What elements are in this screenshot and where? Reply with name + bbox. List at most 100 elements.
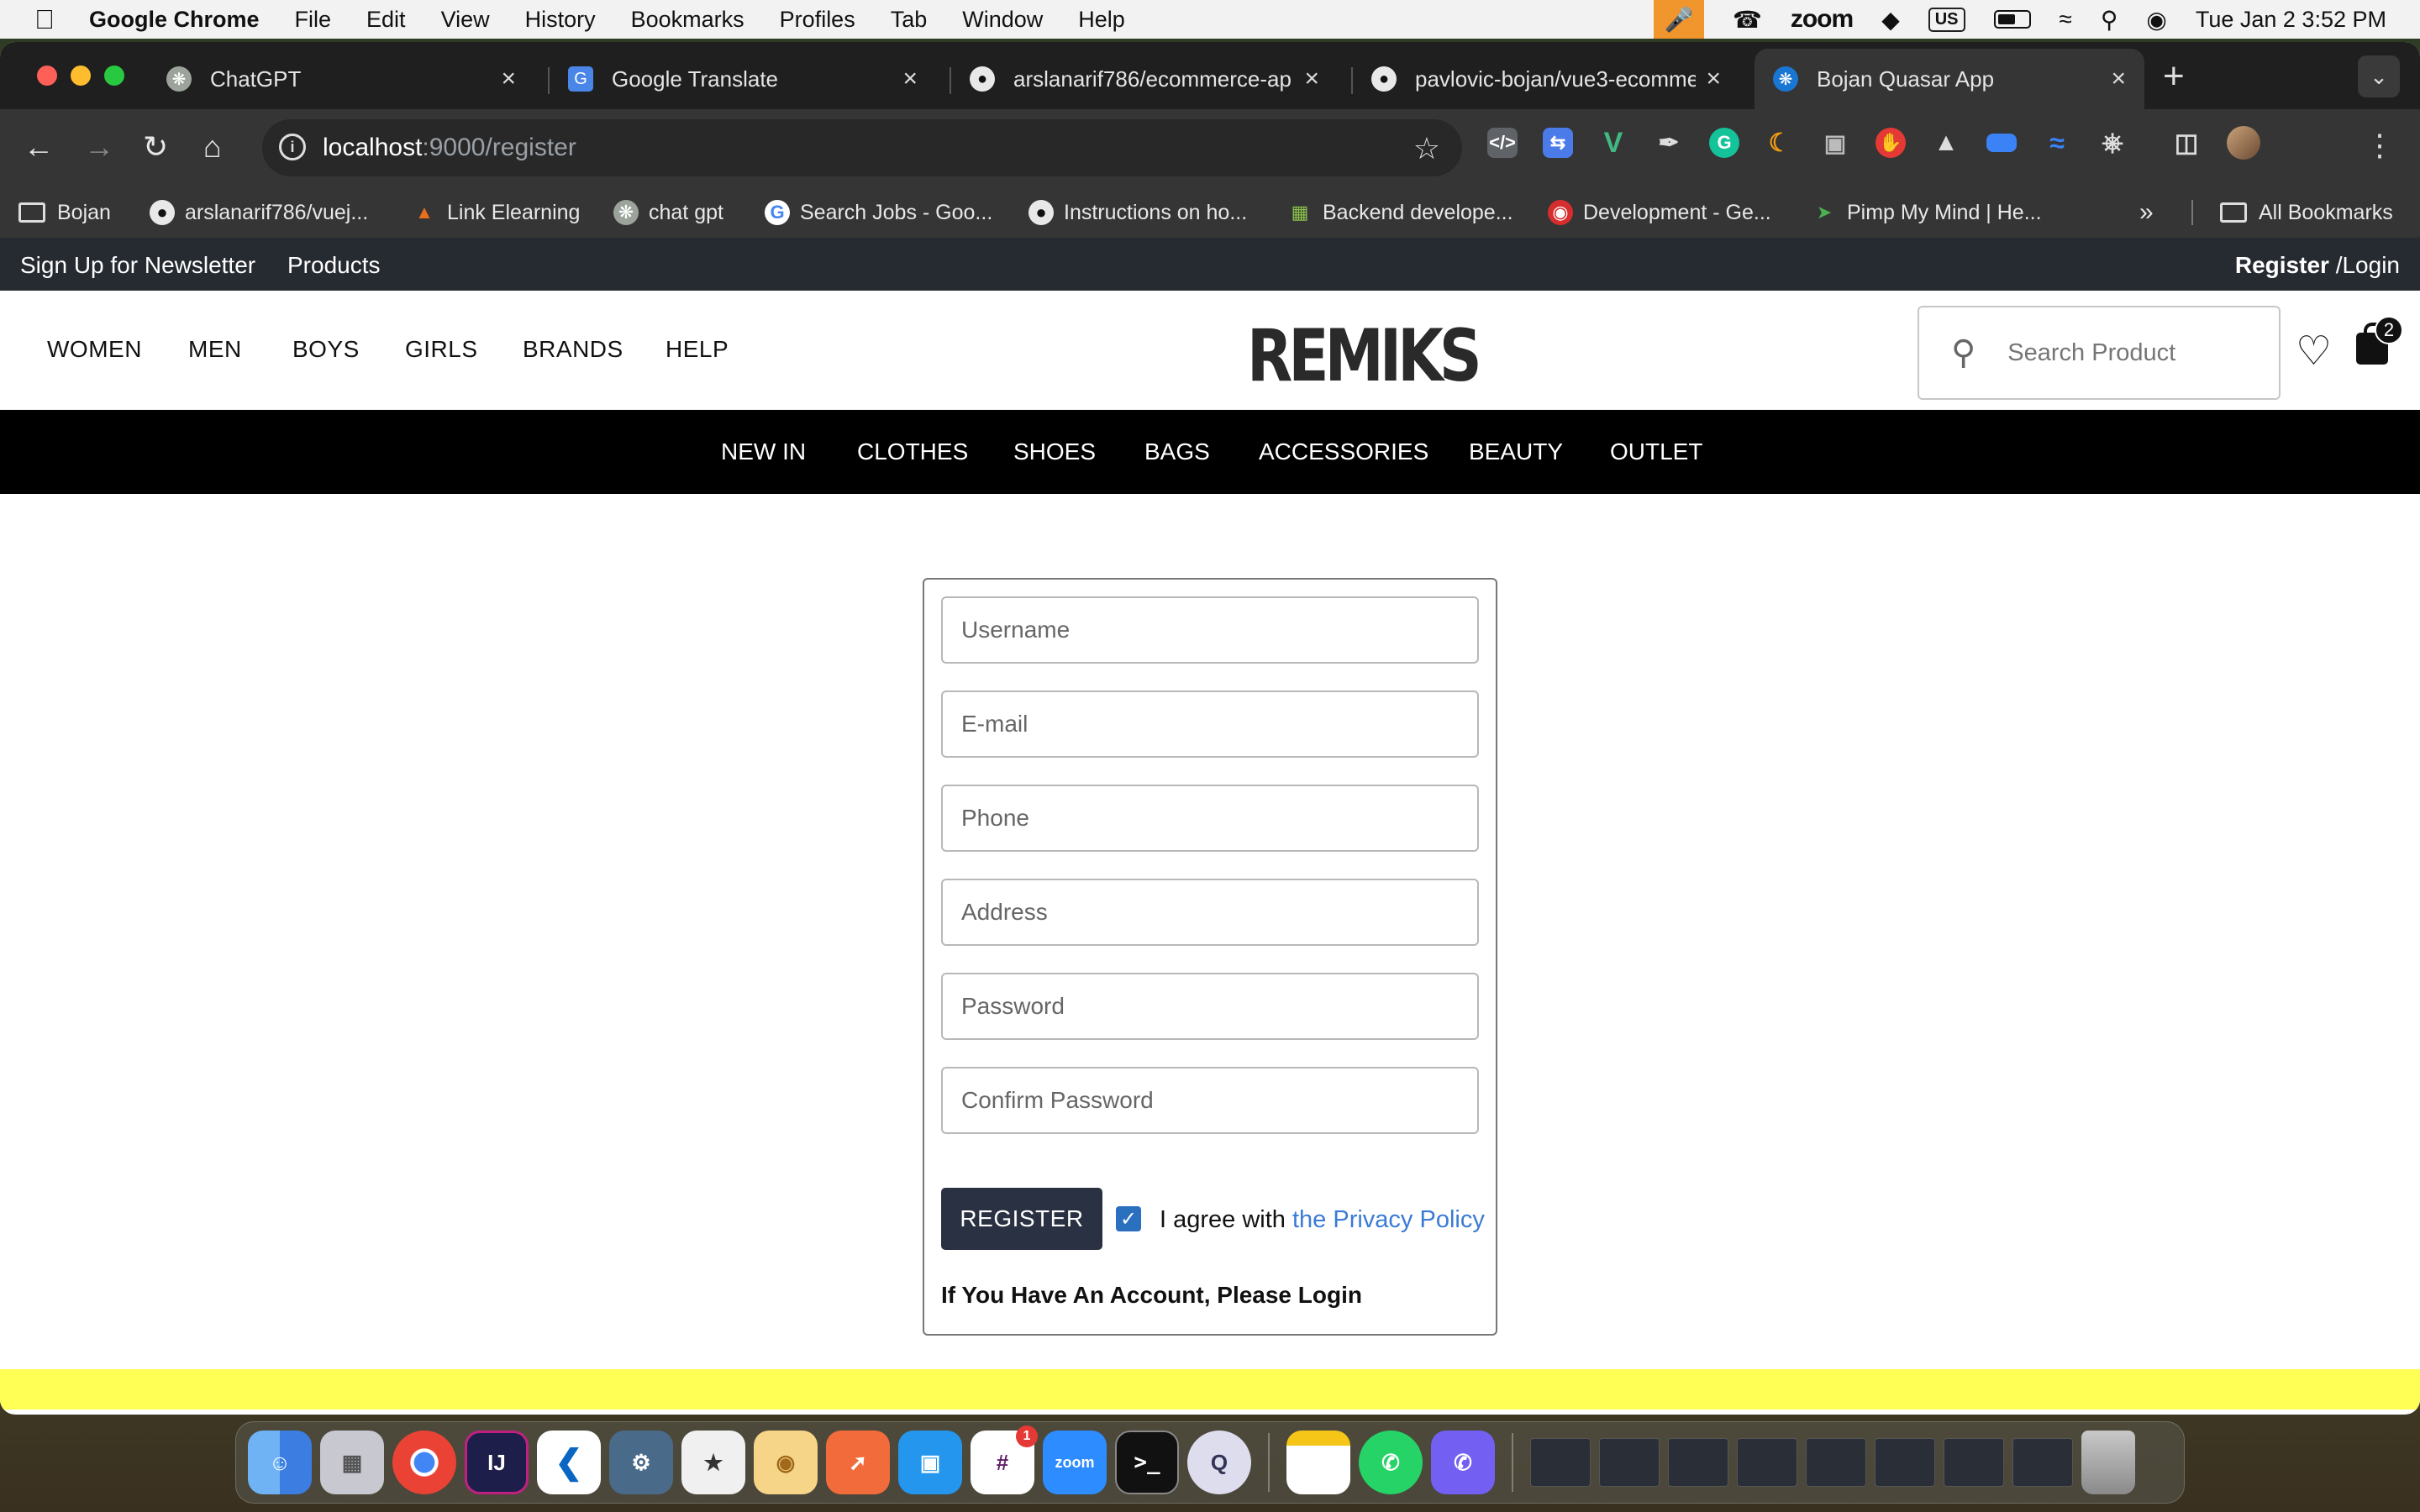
forward-arrow-icon[interactable]: →	[84, 129, 114, 165]
category-new-in[interactable]: NEW IN	[721, 438, 806, 465]
blue-extension-icon[interactable]	[1986, 134, 2017, 152]
nav-women[interactable]: WOMEN	[47, 336, 142, 363]
register-button[interactable]: REGISTER	[941, 1188, 1102, 1250]
minimized-window-thumbnail[interactable]	[1806, 1438, 1866, 1487]
close-tab-icon[interactable]: ×	[501, 65, 516, 93]
chrome-menu-kebab-icon[interactable]: ⋮	[2365, 128, 2395, 163]
menu-file[interactable]: File	[295, 7, 332, 33]
nav-girls[interactable]: GIRLS	[405, 336, 478, 363]
mountain-extension-icon[interactable]: ▲	[1931, 128, 1961, 158]
products-link[interactable]: Products	[287, 252, 381, 279]
category-shoes[interactable]: SHOES	[1013, 438, 1096, 465]
home-icon[interactable]: ⌂	[203, 129, 222, 165]
postman-icon[interactable]: ➚	[826, 1431, 890, 1494]
bookmark-chat-gpt[interactable]: ❋ chat gpt	[613, 186, 723, 239]
bookmark-instructions[interactable]: ● Instructions on ho...	[1028, 186, 1247, 239]
bookmark-link-elearning[interactable]: ▲ Link Elearning	[412, 186, 580, 239]
minimized-window-thumbnail[interactable]	[2012, 1438, 2073, 1487]
mysql-workbench-icon[interactable]: ⚙	[609, 1431, 673, 1494]
address-bar[interactable]: i localhost:9000/register ☆	[262, 119, 1462, 176]
menubar-clock[interactable]: Tue Jan 2 3:52 PM	[2196, 7, 2386, 33]
terminal-icon[interactable]: >_	[1115, 1431, 1179, 1494]
zoom-app-icon[interactable]: zoom	[1043, 1431, 1107, 1494]
minimized-window-thumbnail[interactable]	[1737, 1438, 1797, 1487]
nav-help[interactable]: HELP	[666, 336, 729, 363]
all-bookmarks-folder[interactable]: All Bookmarks	[2220, 186, 2393, 239]
side-panel-icon[interactable]: ◫	[2171, 128, 2202, 158]
more-bookmarks-chevron-icon[interactable]: »	[2139, 186, 2154, 239]
translate-extension-icon[interactable]: ⇆	[1543, 128, 1573, 158]
viber-status-icon[interactable]: ☎	[1733, 6, 1762, 34]
bookmark-development[interactable]: ◉ Development - Ge...	[1548, 186, 1771, 239]
viber-icon[interactable]: ✆	[1431, 1431, 1495, 1494]
color-picker-icon[interactable]: ✒	[1654, 128, 1684, 158]
category-accessories[interactable]: ACCESSORIES	[1259, 438, 1428, 465]
minimized-window-thumbnail[interactable]	[1530, 1438, 1591, 1487]
minimized-window-thumbnail[interactable]	[1668, 1438, 1728, 1487]
menu-bookmarks[interactable]: Bookmarks	[631, 7, 744, 33]
trash-icon[interactable]	[2081, 1431, 2135, 1494]
tab-github-vue3[interactable]: ● pavlovic-bojan/vue3-ecomme ×	[1353, 49, 1739, 109]
close-window-icon[interactable]	[37, 66, 57, 86]
control-center-icon[interactable]: ◉	[2146, 6, 2166, 34]
menu-help[interactable]: Help	[1078, 7, 1125, 33]
tab-google-translate[interactable]: G Google Translate ×	[550, 49, 936, 109]
close-tab-icon[interactable]: ×	[1304, 65, 1319, 93]
close-tab-icon[interactable]: ×	[902, 65, 918, 93]
launchpad-icon[interactable]: ▦	[320, 1431, 384, 1494]
close-tab-icon[interactable]: ×	[1706, 65, 1721, 93]
slack-icon[interactable]: #1	[971, 1425, 1038, 1494]
bookmark-backend-developer[interactable]: ▦ Backend develope...	[1287, 186, 1513, 239]
category-beauty[interactable]: BEAUTY	[1469, 438, 1563, 465]
zoom-status-icon[interactable]: zoom	[1791, 5, 1854, 34]
microphone-icon[interactable]: 🎤	[1653, 0, 1704, 39]
privacy-policy-link[interactable]: the Privacy Policy	[1292, 1206, 1485, 1233]
menu-view[interactable]: View	[441, 7, 490, 33]
menu-history[interactable]: History	[525, 7, 596, 33]
tab-chatgpt[interactable]: ❋ ChatGPT ×	[148, 49, 534, 109]
docker-icon[interactable]: ▣	[898, 1431, 962, 1494]
password-field[interactable]: Password	[941, 973, 1479, 1040]
wave-extension-icon[interactable]: ≈	[2042, 128, 2072, 158]
battery-icon[interactable]	[1993, 10, 2031, 29]
menu-profiles[interactable]: Profiles	[780, 7, 855, 33]
site-info-icon[interactable]: i	[279, 134, 306, 160]
wifi-icon[interactable]: ≈	[2060, 6, 2072, 33]
category-clothes[interactable]: CLOTHES	[857, 438, 968, 465]
finder-icon[interactable]: ☺	[248, 1431, 312, 1494]
whatsapp-icon[interactable]: ✆	[1359, 1431, 1423, 1494]
code-extension-icon[interactable]: </>	[1487, 128, 1518, 158]
app-status-icon[interactable]: ◆	[1881, 6, 1900, 34]
minimize-window-icon[interactable]	[71, 66, 91, 86]
register-link[interactable]: Register	[2235, 252, 2329, 278]
nav-boys[interactable]: BOYS	[292, 336, 360, 363]
new-tab-icon[interactable]: +	[2163, 55, 2185, 97]
vscode-icon[interactable]: ❮	[537, 1431, 601, 1494]
apple-menu-icon[interactable]: 	[0, 4, 89, 35]
category-bags[interactable]: BAGS	[1144, 438, 1210, 465]
login-prompt[interactable]: If You Have An Account, Please Login	[941, 1282, 1362, 1309]
spotlight-search-icon[interactable]: ⚲	[2101, 6, 2118, 34]
screenshot-camera-icon[interactable]: ▣	[1820, 128, 1850, 158]
bookmark-folder-bojan[interactable]: Bojan	[18, 186, 111, 239]
intellij-icon[interactable]: IJ	[465, 1431, 529, 1494]
privacy-checkbox[interactable]: ✓	[1116, 1206, 1141, 1231]
site-logo[interactable]: REMIKS	[1247, 314, 1482, 398]
menu-edit[interactable]: Edit	[366, 7, 406, 33]
close-tab-icon[interactable]: ×	[2111, 65, 2126, 93]
tab-quasar-app[interactable]: ❋ Bojan Quasar App ×	[1754, 49, 2144, 109]
confirm-password-field[interactable]: Confirm Password	[941, 1067, 1479, 1134]
notes-icon[interactable]	[1286, 1431, 1350, 1494]
bookmark-github-vuej[interactable]: ● arslanarif786/vuej...	[150, 186, 368, 239]
email-field[interactable]: E-mail	[941, 690, 1479, 758]
login-link[interactable]: /Login	[2329, 252, 2400, 278]
product-search[interactable]: ⚲	[1918, 306, 2281, 400]
menu-window[interactable]: Window	[962, 7, 1043, 33]
back-arrow-icon[interactable]: ←	[24, 129, 54, 165]
chrome-icon[interactable]	[392, 1431, 456, 1494]
vue-devtools-icon[interactable]: V	[1598, 127, 1628, 159]
minimized-window-thumbnail[interactable]	[1944, 1438, 2004, 1487]
grammarly-icon[interactable]: G	[1709, 128, 1739, 158]
category-outlet[interactable]: OUTLET	[1610, 438, 1702, 465]
quicktime-icon[interactable]: Q	[1187, 1431, 1251, 1494]
